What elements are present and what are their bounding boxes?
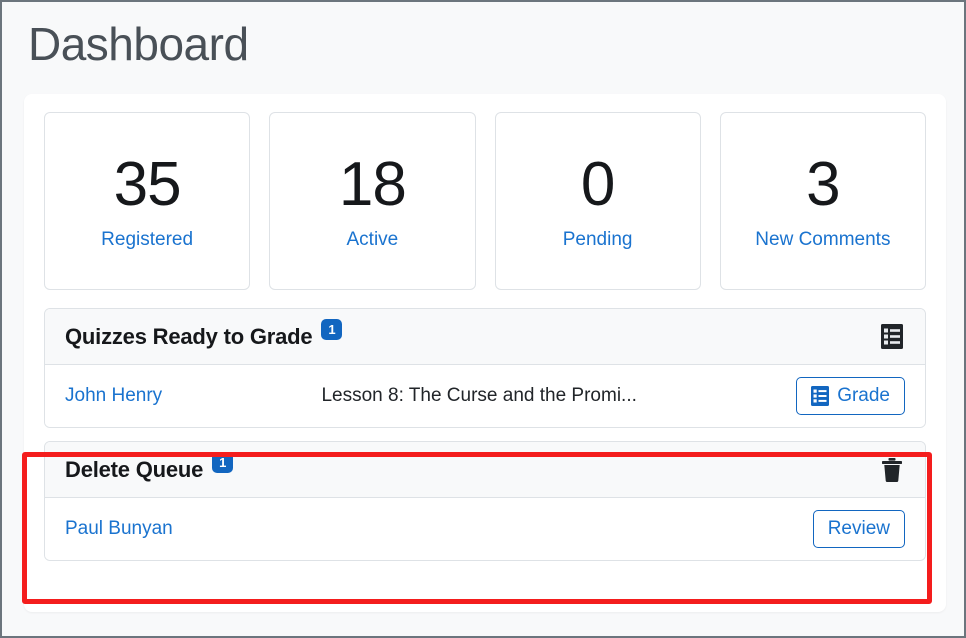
review-button-label: Review [827,518,890,540]
stat-value-registered: 35 [113,149,182,219]
stat-value-pending: 0 [580,149,615,219]
quizzes-count-badge: 1 [321,319,343,340]
review-button[interactable]: Review [812,510,905,548]
list-alt-icon [811,386,830,406]
quiz-student-link[interactable]: John Henry [65,385,162,407]
stat-label-new-comments[interactable]: New Comments [755,230,890,249]
delete-queue-count-badge: 1 [212,452,234,473]
dashboard-panel: 35 Registered 18 Active 0 Pending 3 New … [24,94,946,612]
stat-card-pending[interactable]: 0 Pending [494,112,701,290]
stat-label-active[interactable]: Active [347,230,399,249]
delete-queue-row: Paul Bunyan Review [45,498,925,560]
quizzes-card-header: Quizzes Ready to Grade 1 [45,309,925,365]
stat-value-active: 18 [338,149,407,219]
delete-queue-card-title: Delete Queue [65,456,204,482]
quizzes-card-title: Quizzes Ready to Grade [65,323,313,349]
stats-row: 35 Registered 18 Active 0 Pending 3 New … [24,94,946,290]
stat-card-active[interactable]: 18 Active [269,112,476,290]
quiz-row: John Henry Lesson 8: The Curse and the P… [45,365,925,427]
delete-queue-card-header: Delete Queue 1 [45,442,925,498]
stat-value-new-comments: 3 [806,149,840,219]
stat-card-new-comments[interactable]: 3 New Comments [719,112,926,290]
list-alt-icon[interactable] [879,323,905,351]
grade-button-label: Grade [837,385,890,407]
delete-queue-card: Delete Queue 1 Paul Bunyan Review [44,441,926,561]
stat-label-registered[interactable]: Registered [101,230,193,249]
grade-button[interactable]: Grade [796,377,905,415]
stat-label-pending[interactable]: Pending [563,230,633,249]
trash-icon[interactable] [879,456,905,484]
quiz-lesson-title: Lesson 8: The Curse and the Promi... [321,385,637,406]
quizzes-ready-to-grade-card: Quizzes Ready to Grade 1 John Henry Less… [44,308,926,428]
stat-card-registered[interactable]: 35 Registered [44,112,251,290]
delete-queue-student-link[interactable]: Paul Bunyan [65,518,173,540]
page-title: Dashboard [28,18,249,70]
